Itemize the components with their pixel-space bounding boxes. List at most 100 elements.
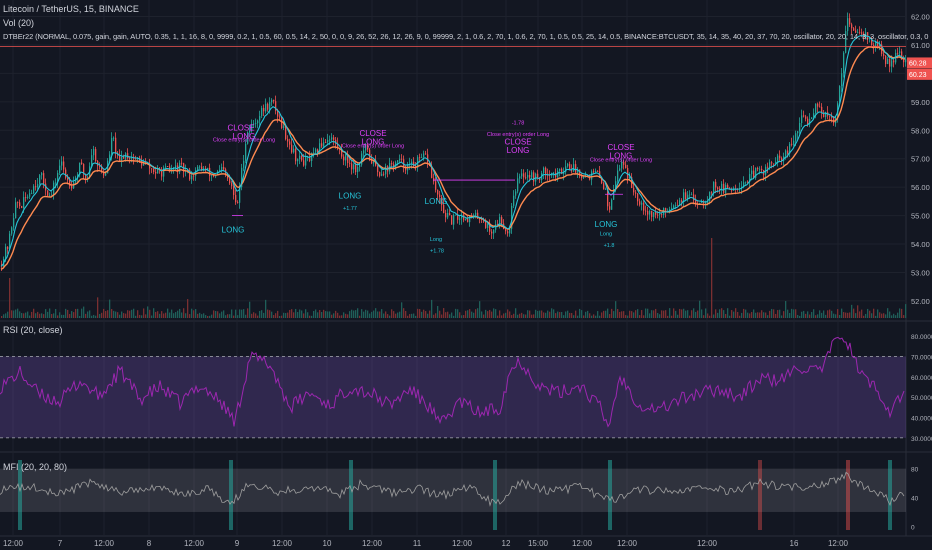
- volume-bar: [673, 308, 675, 318]
- candle-body: [449, 212, 451, 216]
- volume-bar: [339, 315, 341, 318]
- volume-bar: [401, 302, 403, 318]
- volume-bar: [821, 312, 823, 318]
- volume-bar: [517, 314, 519, 318]
- volume-bar: [119, 314, 121, 318]
- candle-body: [243, 160, 245, 168]
- mfi-signal-bar: [758, 460, 762, 530]
- volume-bar: [893, 313, 895, 318]
- volume-bar: [581, 310, 583, 318]
- x-tick-label: 12:00: [184, 539, 205, 548]
- trade-label: Close entry(s) order Long: [342, 143, 404, 149]
- volume-bar: [345, 313, 347, 318]
- price-badge-label: 60.28: [909, 60, 927, 67]
- volume-bar: [31, 311, 33, 318]
- volume-bar: [589, 313, 591, 318]
- candle-body: [787, 150, 789, 154]
- volume-bar: [855, 313, 857, 318]
- volume-bar: [871, 313, 873, 318]
- volume-bar: [227, 314, 229, 318]
- candle-body: [805, 116, 807, 119]
- volume-bar: [789, 312, 791, 318]
- volume-bar: [613, 311, 615, 318]
- candle-body: [611, 199, 613, 210]
- candle-body: [527, 174, 529, 178]
- mfi-band: [0, 468, 906, 512]
- chart-canvas[interactable]: 12:00 7 12:00 8 12:00 9 12:00 10 12:00 11 12:00 12 1…: [0, 0, 932, 550]
- volume-bar: [461, 315, 463, 318]
- volume-bar: [357, 308, 359, 318]
- ema-fast-line: [0, 34, 906, 267]
- candle-body: [851, 24, 853, 29]
- x-tick-label: 12:00: [272, 539, 293, 548]
- volume-bar: [59, 312, 61, 318]
- volume-bar: [309, 315, 311, 318]
- volume-bar: [883, 313, 885, 318]
- volume-bar: [679, 308, 681, 318]
- volume-bar: [169, 312, 171, 318]
- volume-bar: [467, 310, 469, 318]
- candle-body: [377, 165, 379, 173]
- candle-body: [193, 175, 195, 177]
- candle-body: [343, 156, 345, 161]
- volume-bar: [843, 312, 845, 318]
- volume-bar: [697, 310, 699, 318]
- volume-bar: [17, 308, 19, 318]
- volume-bar: [319, 309, 321, 318]
- volume-bar: [325, 311, 327, 318]
- rsi-y-tick-label: 60.0000: [911, 375, 932, 382]
- volume-bar: [123, 313, 125, 318]
- volume-bar: [643, 315, 645, 318]
- volume-bar: [577, 315, 579, 318]
- volume-bar: [445, 312, 447, 318]
- rsi-legend: RSI (20, close): [3, 325, 63, 335]
- volume-bar: [519, 313, 521, 318]
- candle-body: [553, 172, 555, 174]
- volume-bar: [885, 314, 887, 318]
- candle-body: [643, 202, 645, 211]
- volume-bar: [599, 315, 601, 318]
- candle-body: [887, 58, 889, 65]
- candle-body: [455, 214, 457, 216]
- volume-bar: [835, 314, 837, 318]
- candle-body: [333, 137, 335, 140]
- candle-body: [529, 174, 531, 178]
- volume-bar: [137, 310, 139, 318]
- candle-body: [353, 164, 355, 170]
- volume-bar: [899, 308, 901, 318]
- volume-bar: [147, 306, 149, 318]
- candle-body: [619, 168, 621, 171]
- mfi-signal-bar: [349, 460, 353, 530]
- candle-body: [705, 202, 707, 204]
- volume-bar: [323, 309, 325, 318]
- volume-bar: [819, 310, 821, 318]
- candle-body: [537, 173, 539, 178]
- candle-body: [891, 60, 893, 67]
- volume-bar: [865, 313, 867, 318]
- volume-bar: [125, 313, 127, 318]
- candle-body: [453, 214, 455, 225]
- strategy-legend: DTBEr22 (NORMAL, 0.075, gain, gain, AUTO…: [3, 32, 929, 41]
- volume-bar: [545, 312, 547, 318]
- volume-bar: [901, 308, 903, 318]
- candle-body: [723, 183, 725, 193]
- volume-bar: [349, 311, 351, 318]
- candle-body: [31, 193, 33, 194]
- volume-bar: [51, 313, 53, 318]
- volume-bar: [375, 308, 377, 318]
- volume-bar: [347, 314, 349, 318]
- volume-bar: [15, 309, 17, 318]
- volume-bar: [317, 312, 319, 318]
- volume-bar: [95, 315, 97, 318]
- volume-bar: [681, 309, 683, 318]
- volume-bar: [141, 315, 143, 318]
- y-tick-label: 59.00: [911, 98, 930, 107]
- x-tick-label: 12:00: [3, 539, 24, 548]
- volume-bar: [479, 301, 481, 318]
- candle-body: [391, 163, 393, 165]
- candle-body: [81, 162, 83, 165]
- volume-bar: [225, 315, 227, 318]
- candle-body: [61, 161, 63, 166]
- volume-bar: [587, 310, 589, 318]
- volume-bar: [595, 315, 597, 318]
